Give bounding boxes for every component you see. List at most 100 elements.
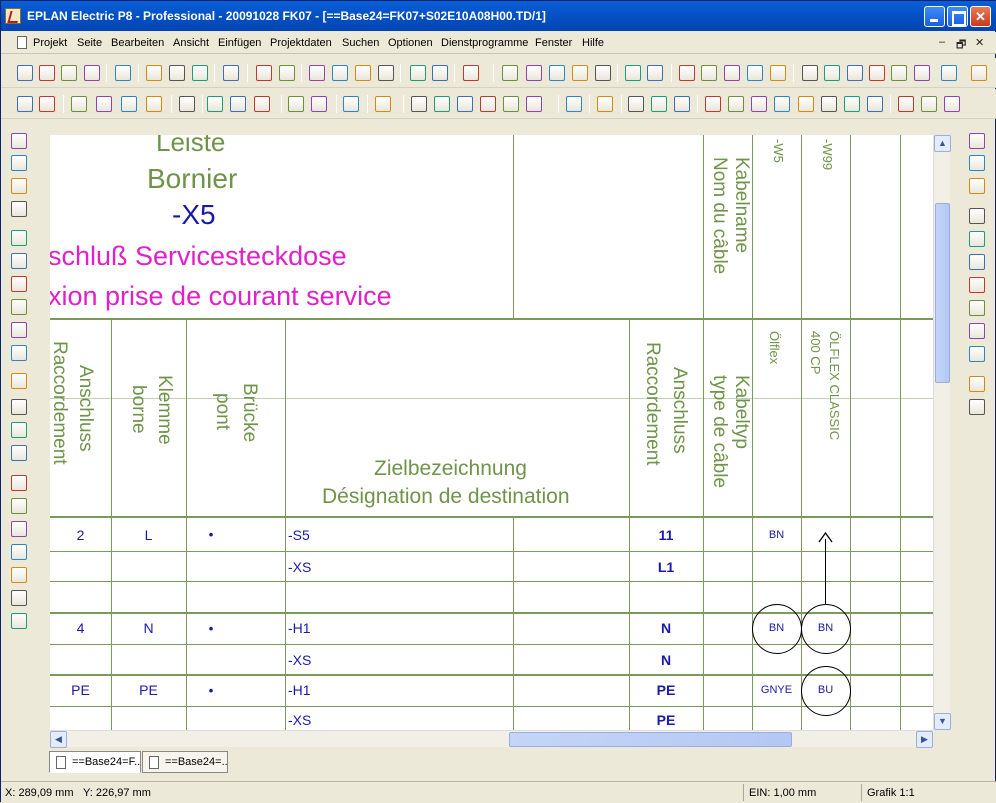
menu-hilfe[interactable]: Hilfe: [582, 37, 604, 49]
menu-projekt[interactable]: Projekt: [33, 37, 67, 49]
righttool-tool-icon[interactable]: [969, 208, 985, 224]
toolbar2-tool-icon[interactable]: [39, 96, 55, 112]
lefttool-tool-icon[interactable]: [11, 613, 27, 629]
toolbar1-tool-icon[interactable]: [869, 65, 885, 81]
menu-fenster[interactable]: Fenster: [535, 37, 572, 49]
toolbar1-tool-icon[interactable]: [256, 65, 272, 81]
menu-seite[interactable]: Seite: [77, 37, 102, 49]
righttool-tool-icon[interactable]: [969, 178, 985, 194]
horizontal-scrollbar[interactable]: ◀ ▶: [50, 730, 933, 748]
toolbar2-tool-icon[interactable]: [17, 96, 33, 112]
lefttool-tool-icon[interactable]: [11, 345, 27, 361]
toolbar1-tool-icon[interactable]: [647, 65, 663, 81]
toolbar2-tool-icon[interactable]: [179, 96, 195, 112]
horizontal-scroll-thumb[interactable]: [509, 732, 792, 747]
toolbar1-tool-icon[interactable]: [355, 65, 371, 81]
scroll-up-button[interactable]: ▲: [934, 135, 951, 152]
toolbar1-tool-icon[interactable]: [747, 65, 763, 81]
lefttool-tool-icon[interactable]: [11, 498, 27, 514]
toolbar2-tool-icon[interactable]: [121, 96, 137, 112]
toolbar1-tool-icon[interactable]: [526, 65, 542, 81]
lefttool-tool-icon[interactable]: [11, 567, 27, 583]
toolbar1-tool-icon[interactable]: [61, 65, 77, 81]
toolbar1-tool-icon[interactable]: [802, 65, 818, 81]
toolbar2-tool-icon[interactable]: [728, 96, 744, 112]
toolbar2-tool-icon[interactable]: [457, 96, 473, 112]
menu-ansicht[interactable]: Ansicht: [173, 37, 209, 49]
toolbar2-tool-icon[interactable]: [375, 96, 391, 112]
toolbar1-tool-icon[interactable]: [914, 65, 930, 81]
toolbar2-tool-icon[interactable]: [254, 96, 270, 112]
toolbar1-tool-icon[interactable]: [572, 65, 588, 81]
scroll-right-button[interactable]: ▶: [916, 731, 933, 748]
menu-projektdaten[interactable]: Projektdaten: [270, 37, 332, 49]
toolbar1-tool-icon[interactable]: [332, 65, 348, 81]
toolbar2-tool-icon[interactable]: [898, 96, 914, 112]
toolbar1-tool-icon[interactable]: [824, 65, 840, 81]
righttool-tool-icon[interactable]: [969, 346, 985, 362]
toolbar2-tool-icon[interactable]: [480, 96, 496, 112]
lefttool-tool-icon[interactable]: [11, 230, 27, 246]
toolbar2-tool-icon[interactable]: [526, 96, 542, 112]
scroll-down-button[interactable]: ▼: [934, 713, 951, 730]
toolbar1-tool-icon[interactable]: [701, 65, 717, 81]
page-tab[interactable]: ==Base24=...: [142, 751, 228, 773]
toolbar1-tool-icon[interactable]: [223, 65, 239, 81]
toolbar1-tool-icon[interactable]: [279, 65, 295, 81]
maximize-button[interactable]: [947, 6, 968, 27]
lefttool-tool-icon[interactable]: [11, 155, 27, 171]
toolbar2-tool-icon[interactable]: [566, 96, 582, 112]
righttool-tool-icon[interactable]: [969, 399, 985, 415]
menu-dienstprogramme[interactable]: Dienstprogramme: [441, 37, 528, 49]
righttool-tool-icon[interactable]: [969, 300, 985, 316]
eplan-app-icon[interactable]: [5, 8, 21, 24]
minimize-button[interactable]: [924, 6, 945, 27]
lefttool-tool-icon[interactable]: [11, 299, 27, 315]
toolbar1-tool-icon[interactable]: [115, 65, 131, 81]
righttool-tool-icon[interactable]: [969, 155, 985, 171]
toolbar1-tool-icon[interactable]: [39, 65, 55, 81]
toolbar1-tool-icon[interactable]: [770, 65, 786, 81]
lefttool-tool-icon[interactable]: [11, 373, 27, 389]
lefttool-tool-icon[interactable]: [11, 475, 27, 491]
toolbar2-tool-icon[interactable]: [503, 96, 519, 112]
toolbar1-tool-icon[interactable]: [309, 65, 325, 81]
lefttool-tool-icon[interactable]: [11, 521, 27, 537]
toolbar1-tool-icon[interactable]: [410, 65, 426, 81]
toolbar2-tool-icon[interactable]: [844, 96, 860, 112]
toolbar1-tool-icon[interactable]: [971, 65, 987, 81]
toolbar2-tool-icon[interactable]: [311, 96, 327, 112]
toolbar1-tool-icon[interactable]: [192, 65, 208, 81]
vertical-scroll-thumb[interactable]: [935, 203, 950, 383]
toolbar2-tool-icon[interactable]: [798, 96, 814, 112]
lefttool-tool-icon[interactable]: [11, 590, 27, 606]
menu-suchen[interactable]: Suchen: [342, 37, 379, 49]
righttool-tool-icon[interactable]: [969, 133, 985, 149]
lefttool-tool-icon[interactable]: [11, 178, 27, 194]
righttool-tool-icon[interactable]: [969, 277, 985, 293]
mdi-minimize-button[interactable]: –: [939, 36, 945, 48]
toolbar2-tool-icon[interactable]: [705, 96, 721, 112]
lefttool-tool-icon[interactable]: [11, 422, 27, 438]
lefttool-tool-icon[interactable]: [11, 276, 27, 292]
scroll-left-button[interactable]: ◀: [50, 731, 67, 748]
toolbar2-tool-icon[interactable]: [774, 96, 790, 112]
lefttool-tool-icon[interactable]: [11, 544, 27, 560]
toolbar2-tool-icon[interactable]: [96, 96, 112, 112]
menu-optionen[interactable]: Optionen: [388, 37, 433, 49]
toolbar1-tool-icon[interactable]: [549, 65, 565, 81]
toolbar1-tool-icon[interactable]: [169, 65, 185, 81]
righttool-tool-icon[interactable]: [969, 254, 985, 270]
schematic-canvas[interactable]: Leiste Bornier -X5 schluß Servicesteckdo…: [50, 135, 933, 730]
menu-einfuegen[interactable]: Einfügen: [218, 37, 261, 49]
toolbar1-tool-icon[interactable]: [17, 65, 33, 81]
vertical-scrollbar[interactable]: ▲ ▼: [933, 135, 951, 730]
lefttool-tool-icon[interactable]: [11, 445, 27, 461]
toolbar1-tool-icon[interactable]: [463, 65, 479, 81]
mdi-restore-button[interactable]: 🗗: [956, 36, 966, 55]
lefttool-tool-icon[interactable]: [11, 253, 27, 269]
toolbar2-tool-icon[interactable]: [651, 96, 667, 112]
toolbar1-tool-icon[interactable]: [502, 65, 518, 81]
toolbar2-tool-icon[interactable]: [921, 96, 937, 112]
righttool-tool-icon[interactable]: [969, 376, 985, 392]
